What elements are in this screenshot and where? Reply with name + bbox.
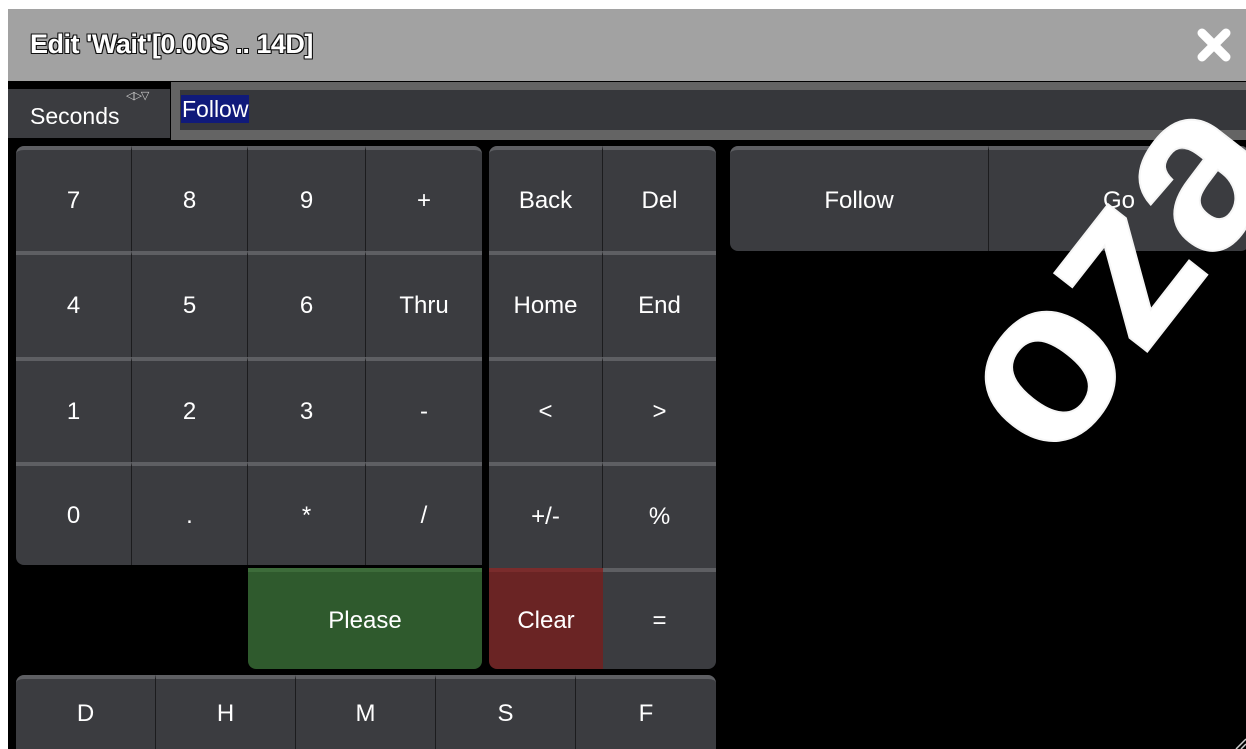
key-8[interactable]: 8 (132, 146, 248, 251)
follow-button[interactable]: Follow (730, 146, 989, 251)
key-minus[interactable]: - (366, 357, 482, 462)
dropdown-arrows-icon: ◁▷▽ (126, 90, 149, 102)
title-bar: Edit 'Wait'[0.00S .. 14D] (8, 9, 1246, 81)
resize-grip-icon[interactable] (1232, 735, 1246, 749)
clear-button[interactable]: Clear (489, 568, 603, 669)
key-0[interactable]: 0 (16, 462, 132, 565)
back-button[interactable]: Back (489, 146, 603, 251)
home-button[interactable]: Home (489, 251, 603, 357)
key-6[interactable]: 6 (248, 251, 366, 357)
key-divide[interactable]: / (366, 462, 482, 565)
plus-minus-button[interactable]: +/- (489, 462, 603, 568)
equals-button[interactable]: = (603, 568, 716, 669)
unit-selector[interactable]: Seconds ◁▷▽ (8, 89, 170, 138)
unit-hours-button[interactable]: H (156, 675, 296, 749)
unit-days-button[interactable]: D (16, 675, 156, 749)
key-9[interactable]: 9 (248, 146, 366, 251)
key-4[interactable]: 4 (16, 251, 132, 357)
key-thru[interactable]: Thru (366, 251, 482, 357)
key-5[interactable]: 5 (132, 251, 248, 357)
del-button[interactable]: Del (603, 146, 716, 251)
end-button[interactable]: End (603, 251, 716, 357)
edit-wait-dialog: Edit 'Wait'[0.00S .. 14D] Seconds ◁▷▽ Fo… (8, 9, 1246, 749)
unit-minutes-button[interactable]: M (296, 675, 436, 749)
key-plus[interactable]: + (366, 146, 482, 251)
key-dot[interactable]: . (132, 462, 248, 565)
key-1[interactable]: 1 (16, 357, 132, 462)
percent-button[interactable]: % (603, 462, 716, 568)
unit-selector-label: Seconds (30, 103, 120, 129)
please-button[interactable]: Please (248, 568, 482, 669)
unit-seconds-button[interactable]: S (436, 675, 576, 749)
cursor-right-button[interactable]: > (603, 357, 716, 462)
key-7[interactable]: 7 (16, 146, 132, 251)
key-2[interactable]: 2 (132, 357, 248, 462)
key-3[interactable]: 3 (248, 357, 366, 462)
key-multiply[interactable]: * (248, 462, 366, 565)
dialog-title: Edit 'Wait'[0.00S .. 14D] (30, 29, 313, 59)
unit-frames-button[interactable]: F (576, 675, 716, 749)
cursor-left-button[interactable]: < (489, 357, 603, 462)
input-value-selected: Follow (181, 95, 250, 123)
